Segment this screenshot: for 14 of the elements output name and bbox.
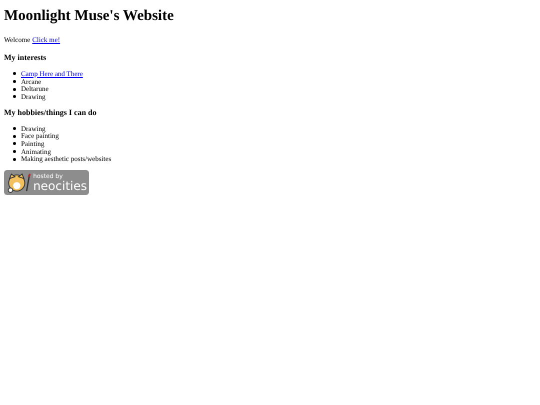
cat-mascot-icon bbox=[6, 172, 32, 194]
bullet-icon bbox=[13, 80, 16, 84]
section-heading: My hobbies/things I can do bbox=[4, 108, 96, 118]
bullet-icon bbox=[13, 158, 16, 161]
bullet-icon bbox=[13, 134, 16, 138]
bullet-icon bbox=[13, 142, 16, 146]
bullet-icon bbox=[13, 95, 16, 98]
bullet-icon bbox=[13, 72, 16, 76]
bullet-icon bbox=[13, 88, 16, 91]
bullet-icon bbox=[13, 150, 16, 154]
bullet-icon bbox=[13, 127, 16, 130]
badge-logo-text: neocities bbox=[33, 180, 87, 193]
section-heading: My interests bbox=[4, 53, 46, 63]
page-title: Moonlight Muse's Website bbox=[4, 8, 174, 25]
